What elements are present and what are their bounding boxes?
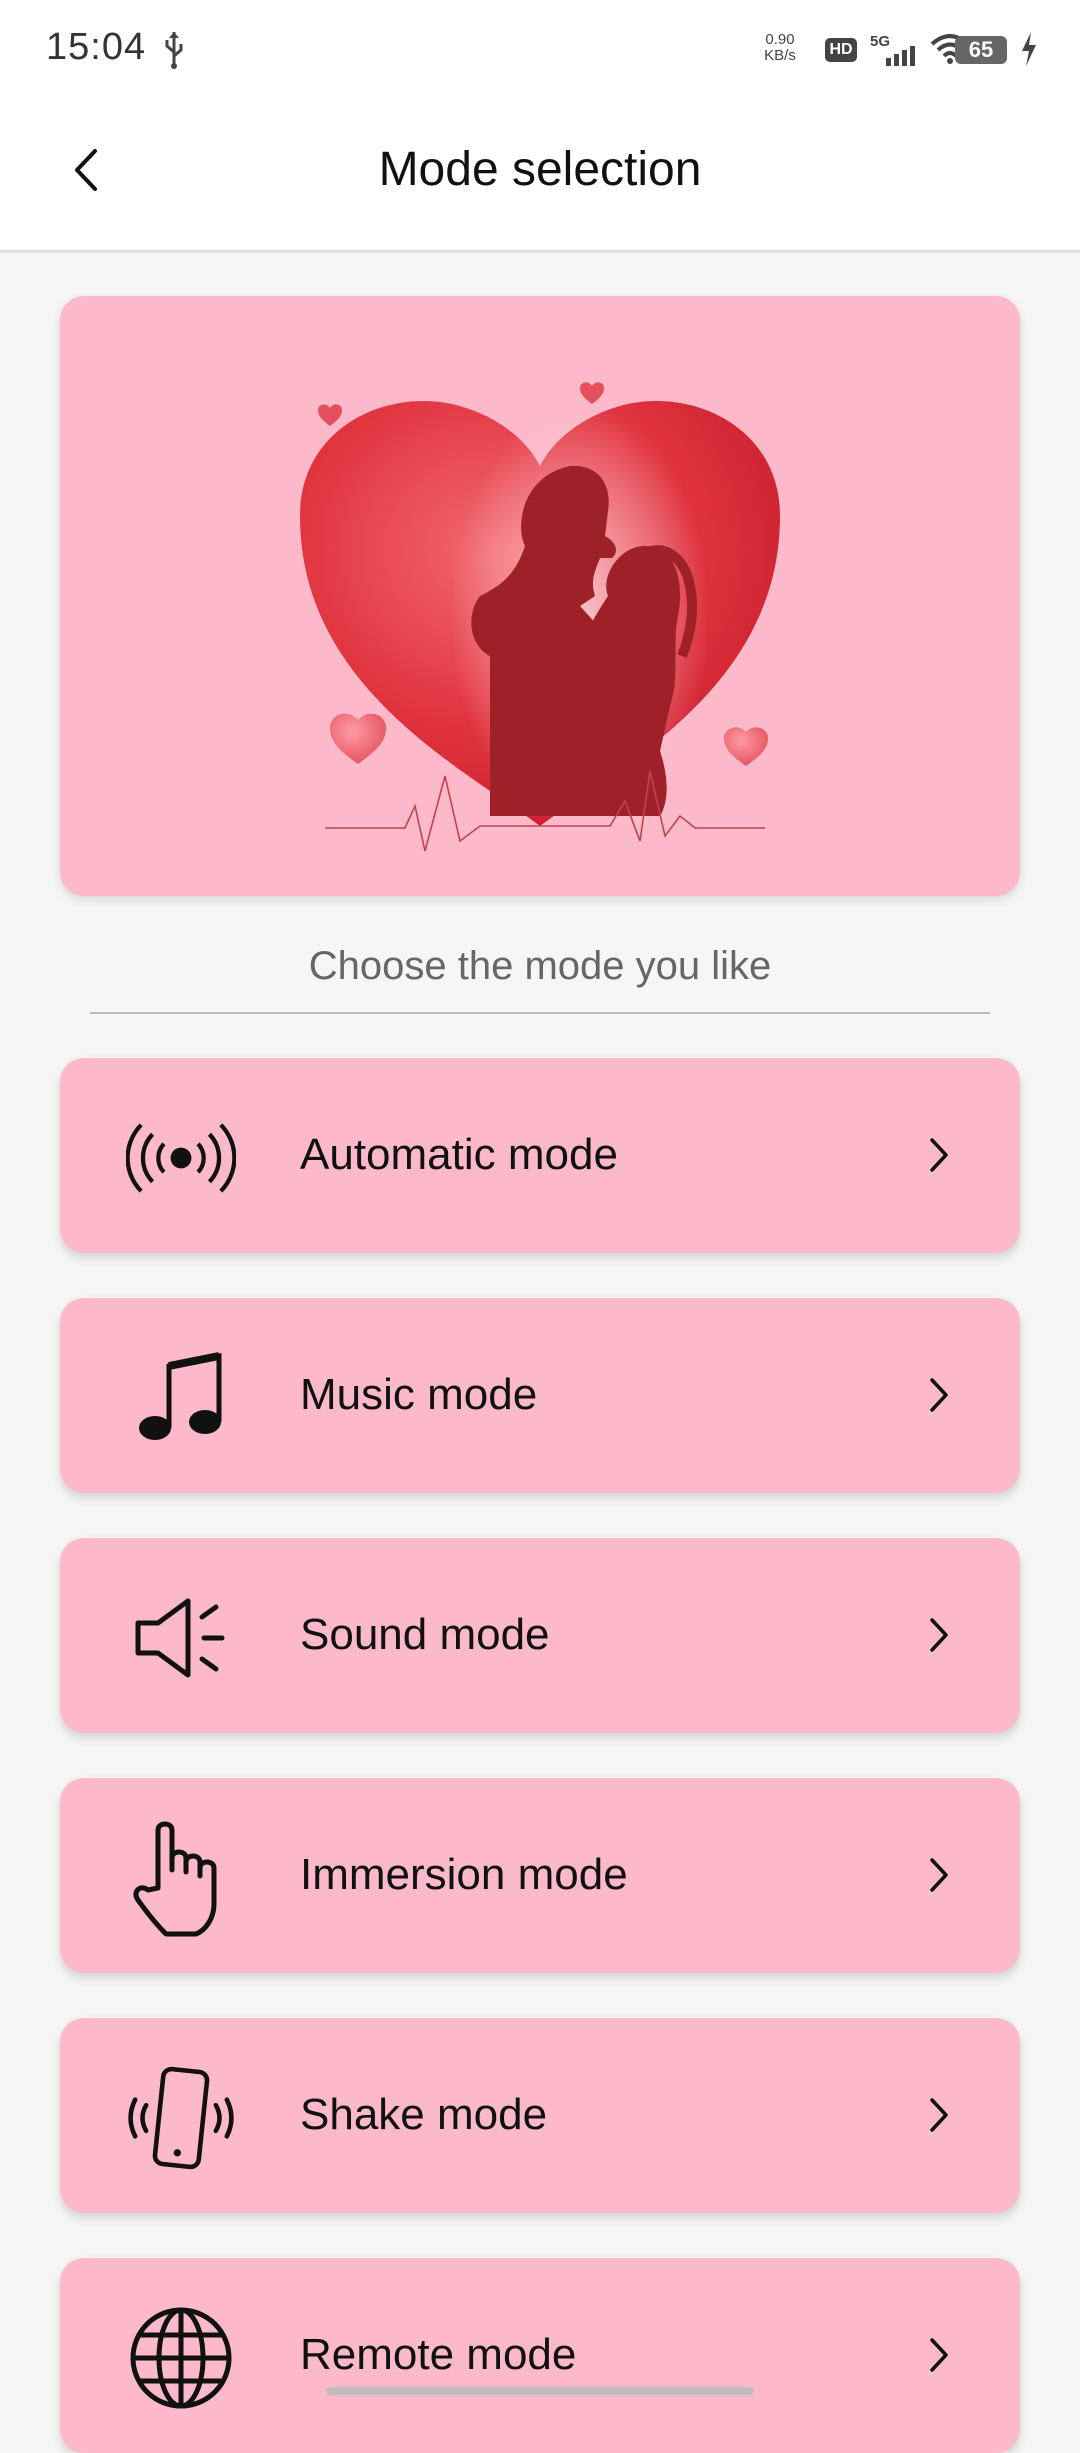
hero-banner (60, 296, 1020, 896)
music-mode-button[interactable]: Music mode (60, 1298, 1020, 1493)
sound-mode-button[interactable]: Sound mode (60, 1538, 1020, 1733)
speaker-icon (126, 1583, 236, 1693)
charging-icon (1020, 32, 1038, 71)
phone-shake-icon (126, 2063, 236, 2173)
music-note-icon (126, 1343, 236, 1453)
chevron-right-icon (928, 1376, 950, 1419)
mode-label: Shake mode (300, 2090, 548, 2139)
page-title: Mode selection (378, 143, 702, 196)
mode-label: Automatic mode (300, 1130, 618, 1179)
mode-prompt: Choose the mode you like (308, 944, 772, 988)
net-speed-value: 0.90 (765, 31, 795, 48)
chevron-right-icon (928, 2096, 950, 2139)
battery-icon: 65 (955, 36, 1007, 64)
net-speed: 0.90 KB/s (750, 32, 810, 64)
cellular-signal-icon: 5G (870, 32, 924, 73)
shake-mode-button[interactable]: Shake mode (60, 2018, 1020, 2213)
mode-label: Remote mode (300, 2330, 577, 2379)
status-time: 15:04 (46, 26, 147, 68)
chevron-right-icon (928, 1616, 950, 1659)
remote-mode-button[interactable]: Remote mode (60, 2258, 1020, 2453)
usb-icon (162, 30, 186, 75)
vibration-waves-icon (126, 1103, 236, 1213)
network-type-label: 5G (870, 33, 890, 50)
heart-couple-illustration (300, 382, 780, 852)
divider (90, 1012, 990, 1014)
globe-icon (126, 2303, 236, 2413)
mode-label: Immersion mode (300, 1850, 628, 1899)
hand-pointer-icon (126, 1821, 236, 1937)
hd-icon: HD (825, 38, 857, 62)
automatic-mode-button[interactable]: Automatic mode (60, 1058, 1020, 1253)
chevron-right-icon (928, 1136, 950, 1179)
chevron-right-icon (928, 2336, 950, 2379)
status-bar: 15:04 0.90 KB/s HD 5G 65 (0, 0, 1080, 100)
net-speed-unit: KB/s (764, 47, 796, 64)
mode-label: Sound mode (300, 1610, 550, 1659)
app-header: Mode selection (0, 100, 1080, 253)
immersion-mode-button[interactable]: Immersion mode (60, 1778, 1020, 1973)
gesture-navigation-bar[interactable] (326, 2387, 754, 2395)
chevron-right-icon (928, 1856, 950, 1899)
mode-label: Music mode (300, 1370, 538, 1419)
